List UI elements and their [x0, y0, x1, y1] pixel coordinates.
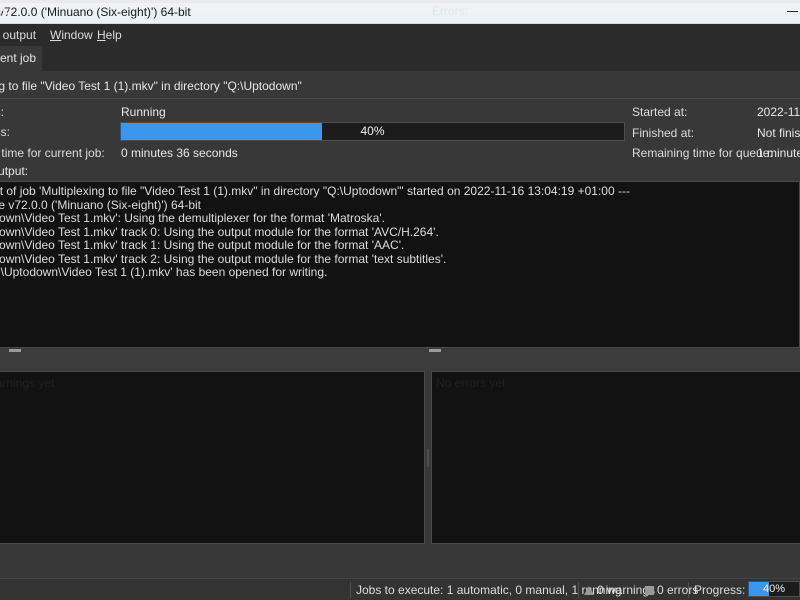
- warnings-empty-text: warnings yet: [0, 376, 55, 390]
- status-value: Running: [121, 105, 166, 119]
- started-at-label: Started at:: [632, 105, 688, 119]
- job-progress-bar: 40%: [120, 122, 625, 141]
- status-errors-text: 0 errors: [657, 583, 699, 597]
- menu-item-help[interactable]: Help: [97, 28, 122, 42]
- log-line: file 'Q:\Uptodown\Video Test 1 (1).mkv' …: [0, 265, 328, 279]
- output-log[interactable]: Output of job 'Multiplexing to file "Vid…: [0, 181, 800, 348]
- job-progress-bar-text: 40%: [360, 124, 385, 138]
- status-progress-bar: 40%: [748, 581, 800, 597]
- button-row: ✔Acknowledge warnings/errors Abort job W…: [0, 548, 800, 578]
- errors-empty-text: No errors yet: [436, 376, 506, 390]
- started-at-value: 2022-11-1: [757, 105, 800, 119]
- log-line: Uptodown\Video Test 1.mkv' track 2: Usin…: [0, 251, 447, 266]
- log-line: Uptodown\Video Test 1.mkv': Using the de…: [0, 211, 385, 225]
- menu-item-job-output-label: ob output: [0, 28, 37, 42]
- status-divider-2: [578, 582, 579, 598]
- warnings-label: ings:: [0, 4, 12, 18]
- title-bar: v72.0.0 ('Minuano (Six-eight)') 64-bit: [0, 0, 800, 24]
- title-bar-top-strip: [0, 0, 800, 3]
- progress-label: ress:: [0, 125, 11, 139]
- warnings-errors-header: [0, 349, 800, 371]
- job-description: plexing to file "Video Test 1 (1).mkv" i…: [0, 79, 302, 93]
- status-errors: 0 errors: [645, 583, 698, 597]
- menu-item-window[interactable]: Window: [50, 28, 93, 42]
- log-line: Uptodown\Video Test 1.mkv' track 0: Usin…: [0, 224, 439, 239]
- menu-item-job-output[interactable]: ob output: [0, 28, 36, 42]
- output-log-label: nal output:: [0, 164, 29, 178]
- status-bar: Jobs to execute: 1 automatic, 0 manual, …: [0, 578, 800, 600]
- menu-item-window-label: indow: [61, 28, 93, 42]
- tab-strip: ent job: [0, 46, 800, 72]
- warnings-list[interactable]: warnings yet: [0, 371, 425, 544]
- job-output-window: v72.0.0 ('Minuano (Six-eight)') 64-bit o…: [0, 0, 800, 600]
- finished-at-value: Not finishe: [757, 126, 800, 140]
- warning-triangle-icon: [584, 586, 594, 595]
- minimize-button[interactable]: [787, 11, 798, 12]
- status-progress-bar-text: 40%: [762, 583, 786, 595]
- status-jobs-to-execute: Jobs to execute: 1 automatic, 0 manual, …: [356, 583, 622, 597]
- queue-remaining-value: 1 minute 3: [757, 146, 800, 160]
- log-line: Uptodown\Video Test 1.mkv' track 1: Usin…: [0, 238, 405, 252]
- window-title: v72.0.0 ('Minuano (Six-eight)') 64-bit: [0, 5, 191, 19]
- status-progress-label: Progress:: [694, 583, 746, 597]
- menu-bar: ob output Window Help: [0, 24, 800, 46]
- tab-current-job[interactable]: ent job: [0, 46, 42, 72]
- menu-item-help-mnemonic: H: [97, 28, 106, 42]
- errors-pane-handle[interactable]: [429, 349, 441, 352]
- finished-at-label: Finished at:: [632, 126, 695, 140]
- error-icon: [645, 586, 654, 595]
- log-line: rmerge v72.0.0 ('Minuano (Six-eight)') 6…: [0, 197, 202, 212]
- remaining-time-label: aining time for current job:: [0, 146, 105, 160]
- errors-label: Errors:: [432, 4, 468, 18]
- menu-item-help-label: elp: [105, 28, 122, 42]
- errors-list[interactable]: No errors yet: [431, 371, 800, 544]
- status-divider-1: [350, 582, 351, 598]
- warnings-pane-handle[interactable]: [9, 349, 21, 352]
- log-line: Output of job 'Multiplexing to file "Vid…: [0, 184, 630, 198]
- queue-remaining-label: Remaining time for queue:: [632, 146, 773, 160]
- status-divider-3: [688, 582, 689, 598]
- menu-item-window-mnemonic: W: [50, 28, 62, 42]
- tab-current-job-label: ent job: [0, 51, 37, 65]
- status-label: us:: [0, 105, 5, 119]
- remaining-time-value: 0 minutes 36 seconds: [121, 146, 238, 160]
- header-separator: [0, 98, 800, 99]
